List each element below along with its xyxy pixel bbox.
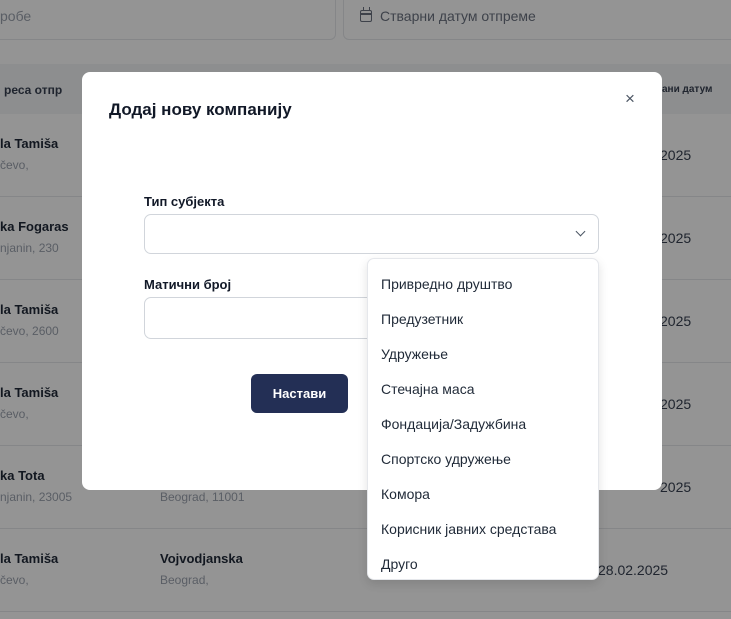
entity-type-label: Тип субјекта <box>144 194 225 209</box>
dropdown-option[interactable]: Стечајна маса <box>368 371 598 406</box>
close-icon[interactable]: × <box>625 90 635 107</box>
dropdown-option[interactable]: Предузетник <box>368 301 598 336</box>
dropdown-option[interactable]: Спортско удружење <box>368 441 598 476</box>
modal-title: Додај нову компанију <box>109 100 292 119</box>
dropdown-option[interactable]: Привредно друштво <box>368 266 598 301</box>
continue-button[interactable]: Настави <box>251 374 348 413</box>
chevron-down-icon <box>575 226 586 237</box>
entity-type-dropdown: Привредно друштво Предузетник Удружење С… <box>367 258 599 580</box>
dropdown-option[interactable]: Удружење <box>368 336 598 371</box>
dropdown-option[interactable]: Комора <box>368 476 598 511</box>
entity-type-select[interactable] <box>144 214 599 254</box>
dropdown-option[interactable]: Корисник јавних средстава <box>368 511 598 546</box>
dropdown-option[interactable]: Друго <box>368 546 598 581</box>
registration-number-label: Матични број <box>144 277 232 292</box>
dropdown-option[interactable]: Фондација/Задужбина <box>368 406 598 441</box>
